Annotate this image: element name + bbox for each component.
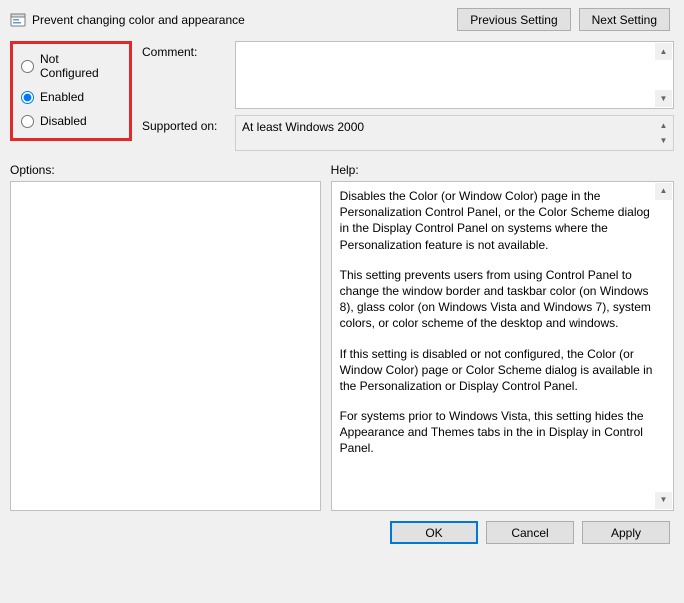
help-panel: Disables the Color (or Window Color) pag… xyxy=(331,181,674,511)
supported-on-box: At least Windows 2000 ▲ ▼ xyxy=(235,115,674,151)
header-row: Prevent changing color and appearance Pr… xyxy=(10,8,674,31)
apply-button[interactable]: Apply xyxy=(582,521,670,544)
nav-buttons: Previous Setting Next Setting xyxy=(457,8,670,31)
radio-enabled-label: Enabled xyxy=(40,90,84,104)
state-radio-group: Not Configured Enabled Disabled xyxy=(10,41,132,141)
scroll-down-icon: ▼ xyxy=(655,132,672,149)
help-paragraph: Disables the Color (or Window Color) pag… xyxy=(340,188,653,253)
radio-disabled-input[interactable] xyxy=(21,115,34,128)
dialog-button-row: OK Cancel Apply xyxy=(10,511,674,544)
previous-setting-button[interactable]: Previous Setting xyxy=(457,8,570,31)
scroll-up-icon[interactable]: ▲ xyxy=(655,183,672,200)
options-label: Options: xyxy=(10,163,321,177)
options-panel xyxy=(10,181,321,511)
cancel-button[interactable]: Cancel xyxy=(486,521,574,544)
policy-title: Prevent changing color and appearance xyxy=(32,13,451,27)
policy-icon xyxy=(10,12,26,28)
ok-button[interactable]: OK xyxy=(390,521,478,544)
next-setting-button[interactable]: Next Setting xyxy=(579,8,670,31)
help-label: Help: xyxy=(331,163,674,177)
radio-disabled[interactable]: Disabled xyxy=(21,114,119,128)
radio-not-configured[interactable]: Not Configured xyxy=(21,52,119,80)
supported-on-value: At least Windows 2000 xyxy=(242,120,364,134)
help-paragraph: For systems prior to Windows Vista, this… xyxy=(340,408,653,457)
help-paragraph: If this setting is disabled or not confi… xyxy=(340,346,653,395)
supported-on-label: Supported on: xyxy=(142,115,227,133)
scroll-down-icon[interactable]: ▼ xyxy=(655,492,672,509)
scroll-up-icon[interactable]: ▲ xyxy=(655,43,672,60)
radio-disabled-label: Disabled xyxy=(40,114,87,128)
radio-not-configured-label: Not Configured xyxy=(40,52,119,80)
help-paragraph: This setting prevents users from using C… xyxy=(340,267,653,332)
radio-enabled[interactable]: Enabled xyxy=(21,90,119,104)
comment-textarea[interactable]: ▲ ▼ xyxy=(235,41,674,109)
comment-label: Comment: xyxy=(142,41,227,59)
radio-enabled-input[interactable] xyxy=(21,91,34,104)
scroll-down-icon[interactable]: ▼ xyxy=(655,90,672,107)
radio-not-configured-input[interactable] xyxy=(21,60,34,73)
